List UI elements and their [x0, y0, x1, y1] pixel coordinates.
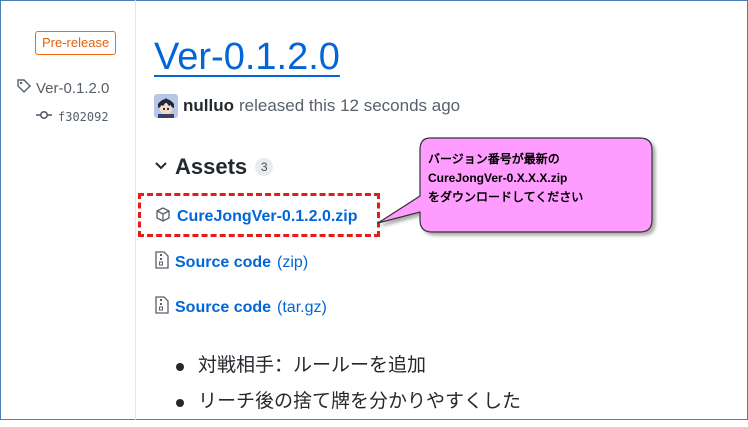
tag-link[interactable]: Ver-0.1.2.0	[16, 78, 109, 98]
highlight-box	[138, 193, 380, 237]
source-code-label: Source code	[175, 253, 272, 271]
source-zip-link[interactable]: Source code (zip)	[155, 251, 308, 274]
commit-icon	[36, 109, 52, 124]
release-time: released this 12 seconds ago	[238, 96, 461, 115]
release-title-link[interactable]: Ver-0.1.2.0	[154, 36, 340, 79]
commit-hash: f302092	[58, 109, 109, 124]
file-zip-icon	[155, 296, 169, 319]
avatar[interactable]	[154, 94, 178, 118]
chevron-down-icon	[155, 158, 167, 176]
assets-count: 3	[255, 158, 274, 176]
commit-link[interactable]: f302092	[36, 109, 109, 124]
release-meta: nulluo released this 12 seconds ago	[154, 94, 460, 118]
assets-toggle[interactable]: Assets 3	[155, 154, 274, 180]
note-item: 対戦相手：ルールーを追加	[175, 355, 521, 377]
sidebar-divider	[135, 0, 136, 420]
file-zip-icon	[155, 251, 169, 274]
source-ext-label: (tar.gz)	[277, 298, 327, 316]
tag-label: Ver-0.1.2.0	[36, 79, 110, 97]
pre-release-badge: Pre-release	[35, 31, 117, 55]
note-item: リーチ後の捨て牌を分かりやすくした	[175, 391, 521, 413]
assets-heading: Assets	[175, 154, 248, 179]
source-targz-link[interactable]: Source code (tar.gz)	[155, 296, 327, 319]
author-link[interactable]: nulluo	[183, 96, 234, 116]
source-ext-label: (zip)	[277, 253, 309, 271]
tag-icon	[16, 78, 32, 98]
release-notes: 対戦相手：ルールーを追加 リーチ後の捨て牌を分かりやすくした	[168, 355, 521, 427]
source-code-label: Source code	[175, 298, 272, 316]
